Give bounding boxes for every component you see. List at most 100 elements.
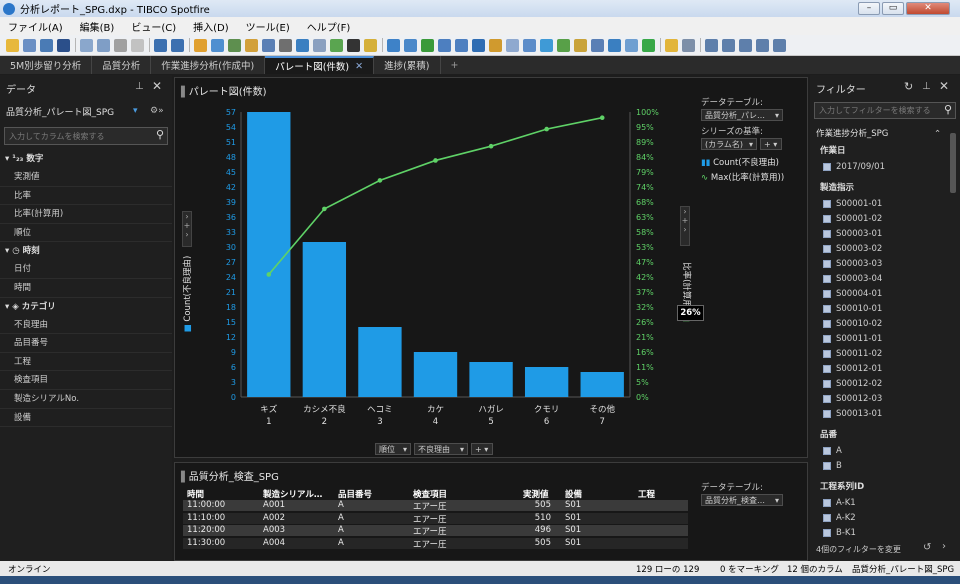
legend-item-ratio[interactable]: ∿ Max(比率(計算用)) bbox=[701, 171, 784, 183]
filter-scrollbar[interactable] bbox=[950, 133, 956, 193]
checkbox-icon[interactable] bbox=[823, 259, 831, 268]
checkbox-icon[interactable] bbox=[823, 349, 831, 358]
search-icon[interactable]: ⚲ bbox=[944, 103, 952, 116]
legend-table-dropdown[interactable]: 品質分析_パレ… ▾ bbox=[701, 109, 783, 121]
legend-series-dropdown[interactable]: (カラム名) ▾ bbox=[701, 138, 757, 150]
filter-checkbox-item[interactable]: A-K1 bbox=[810, 495, 960, 510]
undo-icon[interactable]: ↺ bbox=[923, 542, 931, 553]
bookmark-icon[interactable] bbox=[364, 38, 377, 52]
column-search-input[interactable]: 入力してカラムを検索する ⚲ bbox=[4, 127, 168, 145]
box-plot-icon[interactable] bbox=[625, 38, 638, 52]
tab-work-progress[interactable]: 作業進捗分析(作成中) bbox=[151, 56, 266, 74]
settings-icon[interactable] bbox=[682, 38, 695, 52]
menu-edit[interactable]: 編集(B) bbox=[72, 19, 124, 34]
new-icon[interactable] bbox=[23, 38, 36, 52]
filter-section-title[interactable]: 作業日 bbox=[810, 143, 960, 159]
checkbox-icon[interactable] bbox=[823, 319, 831, 328]
table-row[interactable]: 11:30:00 A004 A エアー圧 505 S01 bbox=[183, 537, 688, 550]
crosstable-icon[interactable] bbox=[404, 38, 417, 52]
table-icon[interactable] bbox=[228, 38, 241, 52]
page-icon[interactable] bbox=[665, 38, 678, 52]
menu-tools[interactable]: ツール(E) bbox=[238, 19, 299, 34]
checkbox-icon[interactable] bbox=[823, 364, 831, 373]
graphical-table-icon[interactable] bbox=[421, 38, 434, 52]
share-icon[interactable] bbox=[40, 38, 53, 52]
checkbox-icon[interactable] bbox=[823, 244, 831, 253]
checkbox-icon[interactable] bbox=[823, 199, 831, 208]
html-icon[interactable] bbox=[296, 38, 309, 52]
color-icon[interactable] bbox=[347, 38, 360, 52]
column-item[interactable]: 順位 bbox=[0, 224, 172, 243]
group-numeric[interactable]: ▾ ¹₂₃ 数字 bbox=[0, 150, 172, 168]
column-header[interactable]: 実測値 bbox=[523, 488, 549, 500]
filter-checkbox-item[interactable]: S00001-02 bbox=[810, 211, 960, 226]
details-icon[interactable] bbox=[262, 38, 275, 52]
map-chart-icon[interactable] bbox=[540, 38, 553, 52]
checkbox-icon[interactable] bbox=[823, 229, 831, 238]
combo-chart-icon[interactable] bbox=[455, 38, 468, 52]
reload-icon[interactable] bbox=[194, 38, 207, 52]
checkbox-icon[interactable] bbox=[823, 446, 831, 455]
column-header[interactable]: 工程 bbox=[638, 488, 655, 500]
column-item[interactable]: 比率(計算用) bbox=[0, 205, 172, 224]
checkbox-icon[interactable] bbox=[823, 379, 831, 388]
parallel-coordinates-icon[interactable] bbox=[591, 38, 604, 52]
column-item[interactable]: 設備 bbox=[0, 409, 172, 428]
heat-map-icon[interactable] bbox=[574, 38, 587, 52]
tab-close-icon[interactable]: ✕ bbox=[355, 61, 363, 72]
table-viz-icon[interactable] bbox=[387, 38, 400, 52]
filter-checkbox-item[interactable]: S00010-02 bbox=[810, 316, 960, 331]
gear-icon[interactable]: ⚙» bbox=[150, 106, 164, 116]
legend-add-button[interactable]: + ▾ bbox=[760, 138, 782, 150]
filter-checkbox-item[interactable]: S00013-01 bbox=[810, 406, 960, 421]
filter-icon[interactable] bbox=[211, 38, 224, 52]
filter-search-input[interactable]: 入力してフィルターを検索する ⚲ bbox=[814, 102, 956, 119]
filter-checkbox-item[interactable]: S00011-01 bbox=[810, 331, 960, 346]
right-axis-expand[interactable]: › + › bbox=[680, 206, 690, 246]
pin-icon[interactable]: ⊥ bbox=[135, 81, 144, 92]
filter-checkbox-item[interactable]: A bbox=[810, 443, 960, 458]
close-icon[interactable]: ✕ bbox=[939, 79, 949, 93]
tab-progress-cumulative[interactable]: 進捗(累積) bbox=[374, 56, 441, 74]
group-category[interactable]: ▾ ◈ カテゴリ bbox=[0, 298, 172, 316]
bar-chart-icon[interactable] bbox=[438, 38, 451, 52]
add-tab-button[interactable]: + bbox=[441, 56, 469, 74]
filter-checkbox-item[interactable]: S00003-03 bbox=[810, 256, 960, 271]
checkbox-icon[interactable] bbox=[823, 304, 831, 313]
waterfall-icon[interactable] bbox=[642, 38, 655, 52]
copy-icon[interactable] bbox=[131, 38, 144, 52]
minimize-button[interactable]: – bbox=[858, 2, 880, 15]
filter-table-header[interactable]: 作業進捗分析_SPG ⌃ bbox=[810, 125, 960, 143]
layout-5-icon[interactable] bbox=[773, 38, 786, 52]
table-row[interactable]: 11:00:00 A001 A エアー圧 505 S01 bbox=[183, 500, 688, 512]
filter-checkbox-item[interactable]: S00012-02 bbox=[810, 376, 960, 391]
scatter-plot-icon[interactable] bbox=[506, 38, 519, 52]
comment-icon[interactable] bbox=[330, 38, 343, 52]
filter-checkbox-item[interactable]: S00012-03 bbox=[810, 391, 960, 406]
treemap-icon[interactable] bbox=[557, 38, 570, 52]
x-axis-rank-selector[interactable]: 順位 ▾ bbox=[375, 443, 411, 455]
column-item[interactable]: 検査項目 bbox=[0, 371, 172, 390]
close-icon[interactable]: ✕ bbox=[152, 79, 162, 93]
arrow-right-icon[interactable]: › bbox=[942, 541, 946, 552]
column-item[interactable]: 工程 bbox=[0, 353, 172, 372]
filter-section-title[interactable]: 製造指示 bbox=[810, 180, 960, 196]
left-axis-label[interactable]: ■ Count(不良理由) bbox=[181, 234, 193, 354]
column-item[interactable]: 製造シリアルNo. bbox=[0, 390, 172, 409]
maximize-button[interactable]: ▭ bbox=[882, 2, 904, 15]
legend-item-count[interactable]: ▮▮ Count(不良理由) bbox=[701, 156, 779, 168]
checkbox-icon[interactable] bbox=[823, 289, 831, 298]
save-icon[interactable] bbox=[57, 38, 70, 52]
column-header[interactable]: 設備 bbox=[565, 488, 582, 500]
properties-icon[interactable] bbox=[279, 38, 292, 52]
undo-icon[interactable] bbox=[154, 38, 167, 52]
column-item[interactable]: 実測値 bbox=[0, 168, 172, 187]
column-item[interactable]: 品目番号 bbox=[0, 334, 172, 353]
column-item[interactable]: 不良理由 bbox=[0, 316, 172, 335]
tab-pareto-count[interactable]: パレート図(件数) ✕ bbox=[265, 56, 375, 74]
checkbox-icon[interactable] bbox=[823, 334, 831, 343]
tab-yield-analysis[interactable]: 5M別歩留り分析 bbox=[0, 56, 93, 74]
data-table-selector[interactable]: 品質分析_パレート図_SPG ▾ ⚙» bbox=[0, 101, 172, 121]
group-time[interactable]: ▾ ◷ 時刻 bbox=[0, 242, 172, 260]
pareto-visualization[interactable]: ▌パレート図(件数) 0 3 6 9 12 15 18 21 24 27 30 33 36 39 42 45 4… bbox=[174, 77, 808, 458]
